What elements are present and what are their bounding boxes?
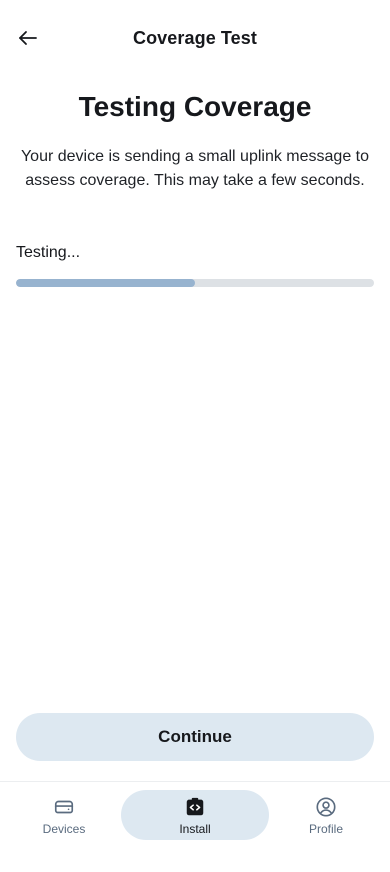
nav-label-devices: Devices: [42, 821, 86, 836]
progress-bar: [16, 279, 374, 287]
nav-item-install[interactable]: Install: [121, 790, 269, 840]
device-icon: [52, 795, 76, 819]
nav-label-install: Install: [179, 821, 211, 836]
app-header: Coverage Test: [0, 0, 390, 80]
progress-fill: [16, 279, 195, 287]
nav-item-devices[interactable]: Devices: [4, 790, 124, 840]
profile-icon: [314, 795, 338, 819]
status-text: Testing...: [16, 244, 81, 261]
nav-label-profile: Profile: [308, 821, 343, 836]
continue-button[interactable]: Continue: [16, 713, 374, 761]
header-title: Coverage Test: [132, 28, 257, 48]
description-text: Your device is sending a small uplink me…: [20, 148, 370, 189]
page-title: Testing Coverage: [78, 91, 312, 122]
bottom-nav: Devices Install Profile: [0, 782, 390, 872]
install-icon: [183, 795, 207, 819]
nav-item-profile[interactable]: Profile: [266, 790, 386, 840]
